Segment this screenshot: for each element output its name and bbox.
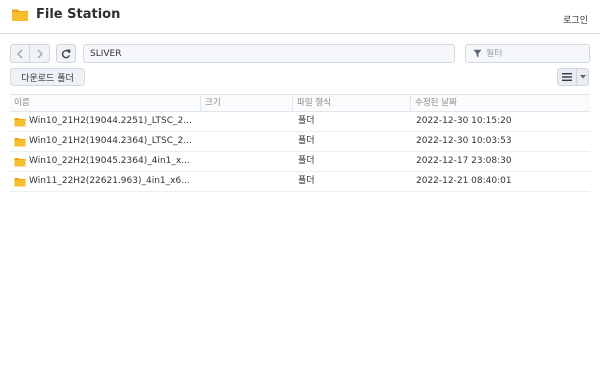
modified-cell: 2022-12-30 10:03:53 — [416, 136, 512, 146]
type-cell: 폴더 — [298, 176, 315, 186]
name-cell: Win11_22H2(22621.963)_4in1_x6... — [10, 172, 200, 191]
table-row[interactable]: Win10_21H2(19044.2364)_LTSC_2... 폴더 2022… — [10, 132, 590, 152]
file-name: Win11_22H2(22621.963)_4in1_x6... — [29, 176, 190, 186]
size-cell — [200, 172, 292, 191]
refresh-button[interactable] — [56, 44, 76, 63]
folder-icon — [14, 117, 26, 126]
file-name: Win10_21H2(19044.2251)_LTSC_2... — [29, 116, 192, 126]
filter-box[interactable] — [465, 44, 590, 63]
column-header-name[interactable]: 이름 — [10, 95, 200, 112]
folder-icon — [14, 137, 26, 146]
size-cell — [200, 152, 292, 171]
size-cell — [200, 112, 292, 131]
table-row[interactable]: Win11_22H2(22621.963)_4in1_x6... 폴더 2022… — [10, 172, 590, 192]
funnel-icon — [473, 49, 482, 58]
file-name: Win10_22H2(19045.2364)_4in1_x... — [29, 156, 190, 166]
list-view-icon — [562, 73, 572, 81]
modified-cell: 2022-12-30 10:15:20 — [416, 116, 512, 126]
name-cell: Win10_21H2(19044.2251)_LTSC_2... — [10, 112, 200, 131]
type-cell: 폴더 — [298, 136, 315, 146]
file-name: Win10_21H2(19044.2364)_LTSC_2... — [29, 136, 192, 146]
column-header-size[interactable]: 크기 — [200, 95, 292, 112]
back-button[interactable] — [10, 44, 30, 63]
folder-icon — [12, 9, 28, 21]
modified-cell: 2022-12-21 08:40:01 — [416, 176, 512, 186]
table-header: 이름 크기 파일 형식 수정된 날짜 — [10, 94, 590, 112]
column-header-modified[interactable]: 수정된 날짜 — [410, 95, 590, 112]
login-link[interactable]: 로그인 — [563, 13, 588, 26]
refresh-icon — [61, 49, 71, 58]
column-header-type[interactable]: 파일 형식 — [292, 95, 410, 112]
filter-input[interactable] — [486, 48, 586, 59]
chevron-right-icon — [37, 49, 43, 58]
name-cell: Win10_21H2(19044.2364)_LTSC_2... — [10, 132, 200, 151]
file-table: 이름 크기 파일 형식 수정된 날짜 Win10_21H2(19044.2251… — [10, 94, 590, 192]
type-cell: 폴더 — [298, 156, 315, 166]
size-cell — [200, 132, 292, 151]
folder-icon — [14, 177, 26, 186]
view-mode-dropdown[interactable] — [577, 68, 589, 86]
view-mode-button[interactable] — [557, 68, 577, 86]
chevron-left-icon — [17, 49, 23, 58]
forward-button[interactable] — [30, 44, 50, 63]
path-field[interactable]: SLIVER — [83, 44, 455, 63]
folder-icon — [14, 157, 26, 166]
modified-cell: 2022-12-17 23:08:30 — [416, 156, 512, 166]
table-row[interactable]: Win10_21H2(19044.2251)_LTSC_2... 폴더 2022… — [10, 112, 590, 132]
type-cell: 폴더 — [298, 116, 315, 126]
table-row[interactable]: Win10_22H2(19045.2364)_4in1_x... 폴더 2022… — [10, 152, 590, 172]
app-title: File Station — [36, 7, 121, 22]
name-cell: Win10_22H2(19045.2364)_4in1_x... — [10, 152, 200, 171]
title-bar: File Station 로그인 — [0, 0, 600, 34]
download-folder-button[interactable]: 다운로드 폴더 — [10, 68, 85, 86]
caret-down-icon — [579, 75, 586, 79]
